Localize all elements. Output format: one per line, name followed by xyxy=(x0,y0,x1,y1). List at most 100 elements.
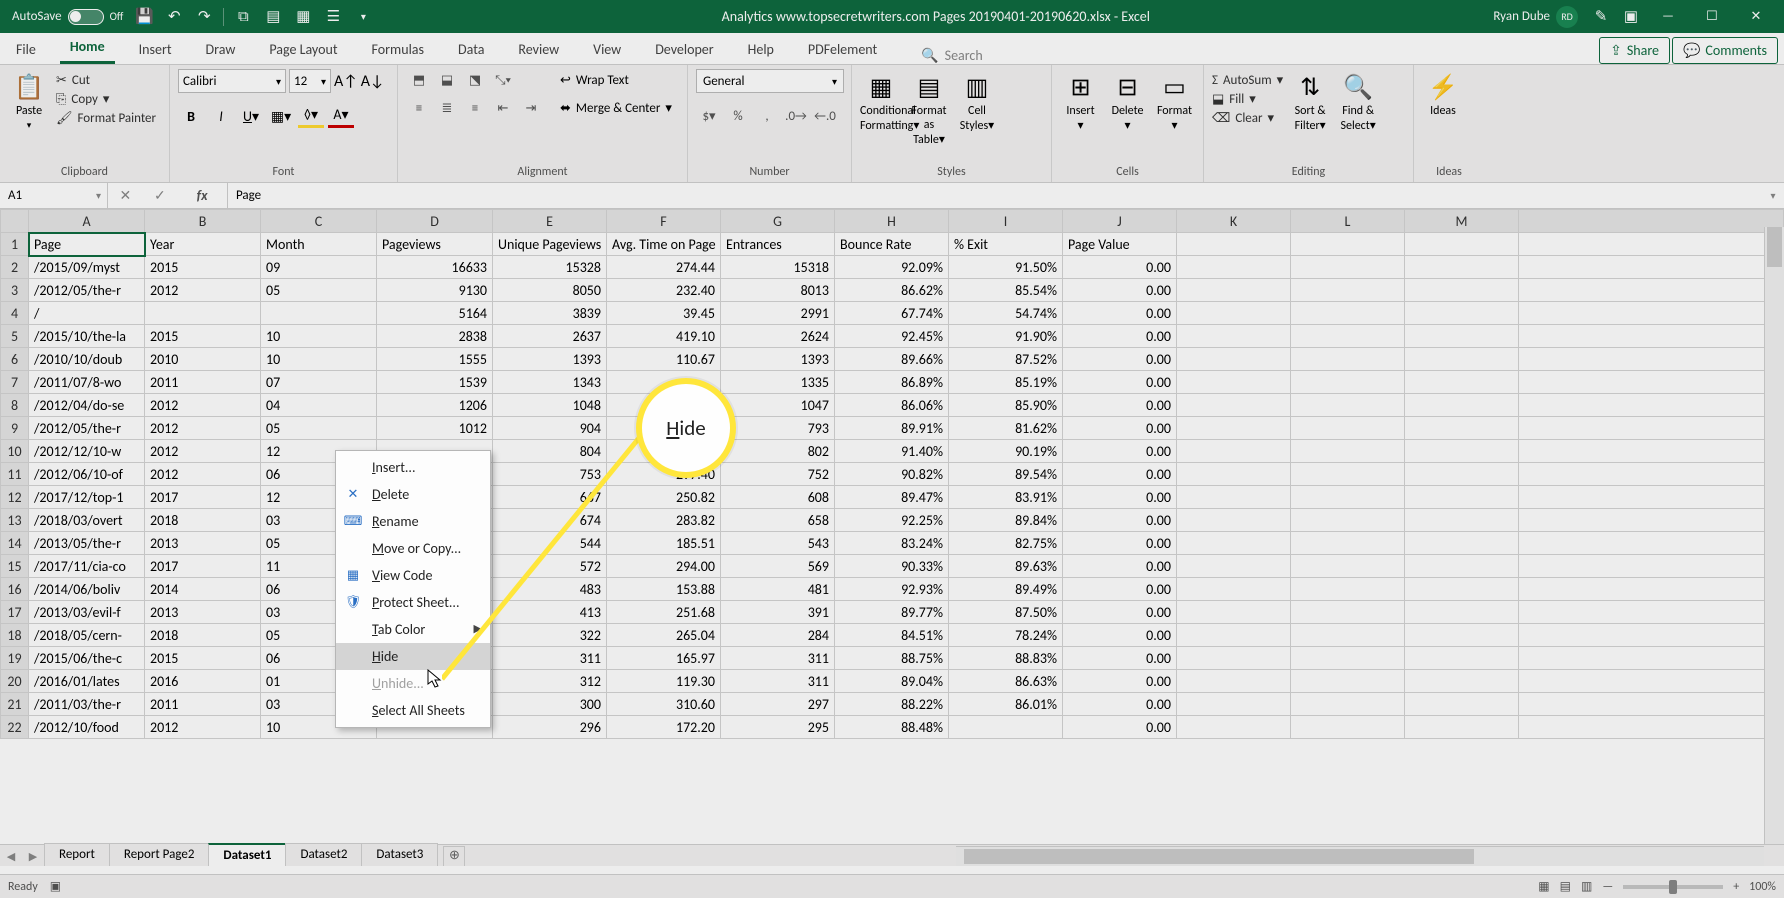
cell[interactable] xyxy=(1405,578,1519,601)
cell[interactable] xyxy=(1291,624,1405,647)
cell[interactable]: 2018 xyxy=(145,624,261,647)
align-top-icon[interactable]: ⬒ xyxy=(406,69,432,91)
cell[interactable]: 86.89% xyxy=(835,371,949,394)
font-color-button[interactable]: A▾ xyxy=(328,104,354,128)
format-as-table-button[interactable]: ▤Format as Table▾ xyxy=(908,69,950,147)
cell[interactable] xyxy=(1405,670,1519,693)
cell[interactable]: 283.82 xyxy=(607,509,721,532)
ctx-delete[interactable]: ✕Delete xyxy=(336,481,490,508)
cell[interactable]: 92.09% xyxy=(835,256,949,279)
cell[interactable] xyxy=(1177,302,1291,325)
sheet-nav-next-icon[interactable]: ▶ xyxy=(22,847,44,866)
cell[interactable]: 86.06% xyxy=(835,394,949,417)
cell[interactable]: /2018/03/overt xyxy=(29,509,145,532)
copy-button[interactable]: ⎘Copy ▾ xyxy=(56,92,156,107)
qat-icon-1[interactable]: ⧉ xyxy=(228,2,258,32)
col-header-J[interactable]: J xyxy=(1063,210,1177,233)
cell[interactable]: 185.51 xyxy=(607,532,721,555)
cell[interactable] xyxy=(261,302,377,325)
cell[interactable] xyxy=(1291,555,1405,578)
share-button[interactable]: ⇪Share xyxy=(1599,37,1670,64)
cell[interactable]: 92.45% xyxy=(835,325,949,348)
cell[interactable]: /2014/06/boliv xyxy=(29,578,145,601)
cell[interactable] xyxy=(1405,302,1519,325)
cell[interactable]: 2015 xyxy=(145,256,261,279)
tab-developer[interactable]: Developer xyxy=(645,36,723,64)
cell[interactable]: 9130 xyxy=(377,279,493,302)
cell[interactable]: 250.82 xyxy=(607,486,721,509)
cell[interactable]: /2010/10/doub xyxy=(29,348,145,371)
save-icon[interactable]: 💾 xyxy=(129,2,159,32)
cell[interactable]: /2012/12/10-w xyxy=(29,440,145,463)
cell[interactable]: 0.00 xyxy=(1063,532,1177,555)
cell[interactable]: Pageviews xyxy=(377,233,493,256)
select-all[interactable] xyxy=(1,210,29,233)
increase-font-icon[interactable]: A↑ xyxy=(334,72,358,91)
paste-button[interactable]: 📋Paste▾ xyxy=(8,69,50,132)
decrease-decimal-icon[interactable]: ←.0 xyxy=(812,105,838,127)
insert-cells-button[interactable]: ⊞Insert▾ xyxy=(1060,69,1101,133)
cell[interactable]: 82.75% xyxy=(949,532,1063,555)
cell[interactable]: 569 xyxy=(721,555,835,578)
cell[interactable]: 310.60 xyxy=(607,693,721,716)
ctx-protect-sheet[interactable]: 🛡Protect Sheet... xyxy=(336,589,490,616)
cell[interactable]: 2637 xyxy=(493,325,607,348)
cell[interactable]: 2012 xyxy=(145,394,261,417)
cell[interactable] xyxy=(1405,532,1519,555)
tab-insert[interactable]: Insert xyxy=(129,36,182,64)
cell[interactable] xyxy=(1177,647,1291,670)
cell[interactable]: 752 xyxy=(721,463,835,486)
cell[interactable]: 0.00 xyxy=(1063,325,1177,348)
cell[interactable]: 81.62% xyxy=(949,417,1063,440)
cell[interactable]: 8050 xyxy=(493,279,607,302)
cell[interactable]: 1555 xyxy=(377,348,493,371)
tab-file[interactable]: File xyxy=(6,36,46,64)
ctx-select-all-sheets[interactable]: Select All Sheets xyxy=(336,697,490,724)
cell[interactable]: 322 xyxy=(493,624,607,647)
cell[interactable]: Unique Pageviews xyxy=(493,233,607,256)
col-header-D[interactable]: D xyxy=(377,210,493,233)
cell[interactable]: 54.74% xyxy=(949,302,1063,325)
indent-dec-icon[interactable]: ⇤ xyxy=(490,97,516,119)
cell[interactable]: 2624 xyxy=(721,325,835,348)
cell[interactable]: 2012 xyxy=(145,440,261,463)
cell[interactable]: 2018 xyxy=(145,509,261,532)
cancel-formula-icon[interactable]: ✕ xyxy=(119,187,131,204)
col-header-B[interactable]: B xyxy=(145,210,261,233)
col-header-I[interactable]: I xyxy=(949,210,1063,233)
cell[interactable]: 165.97 xyxy=(607,647,721,670)
cell[interactable]: Page xyxy=(29,233,145,256)
cell[interactable]: 265.04 xyxy=(607,624,721,647)
ctx-move-or-copy[interactable]: Move or Copy... xyxy=(336,535,490,562)
redo-icon[interactable]: ↷ xyxy=(189,2,219,32)
coming-soon-icon[interactable]: ✎ xyxy=(1586,2,1616,32)
cell[interactable] xyxy=(1405,624,1519,647)
cell[interactable]: 78.24% xyxy=(949,624,1063,647)
cell[interactable]: 572 xyxy=(493,555,607,578)
cell[interactable]: 0.00 xyxy=(1063,440,1177,463)
cell[interactable]: 89.49% xyxy=(949,578,1063,601)
cell[interactable]: Bounce Rate xyxy=(835,233,949,256)
row-header[interactable]: 14 xyxy=(1,532,29,555)
cell[interactable]: 284 xyxy=(721,624,835,647)
cell[interactable]: 89.54% xyxy=(949,463,1063,486)
row-header[interactable]: 2 xyxy=(1,256,29,279)
cell[interactable]: 92.93% xyxy=(835,578,949,601)
cell[interactable]: 86.62% xyxy=(835,279,949,302)
cell[interactable]: 481 xyxy=(721,578,835,601)
cell[interactable]: /2012/05/the-r xyxy=(29,417,145,440)
italic-button[interactable]: I xyxy=(208,104,234,128)
view-break-icon[interactable]: ▥ xyxy=(1581,879,1592,894)
row-header[interactable]: 22 xyxy=(1,716,29,739)
horizontal-scrollbar[interactable] xyxy=(956,846,1764,866)
cell[interactable]: 0.00 xyxy=(1063,670,1177,693)
cell[interactable]: 904 xyxy=(493,417,607,440)
cell[interactable]: 419.10 xyxy=(607,325,721,348)
tab-review[interactable]: Review xyxy=(508,36,569,64)
cell[interactable]: 0.00 xyxy=(1063,348,1177,371)
col-header-C[interactable]: C xyxy=(261,210,377,233)
qat-icon-2[interactable]: ▤ xyxy=(258,2,288,32)
cell[interactable] xyxy=(1177,371,1291,394)
row-header[interactable]: 8 xyxy=(1,394,29,417)
cell[interactable]: 86.63% xyxy=(949,670,1063,693)
